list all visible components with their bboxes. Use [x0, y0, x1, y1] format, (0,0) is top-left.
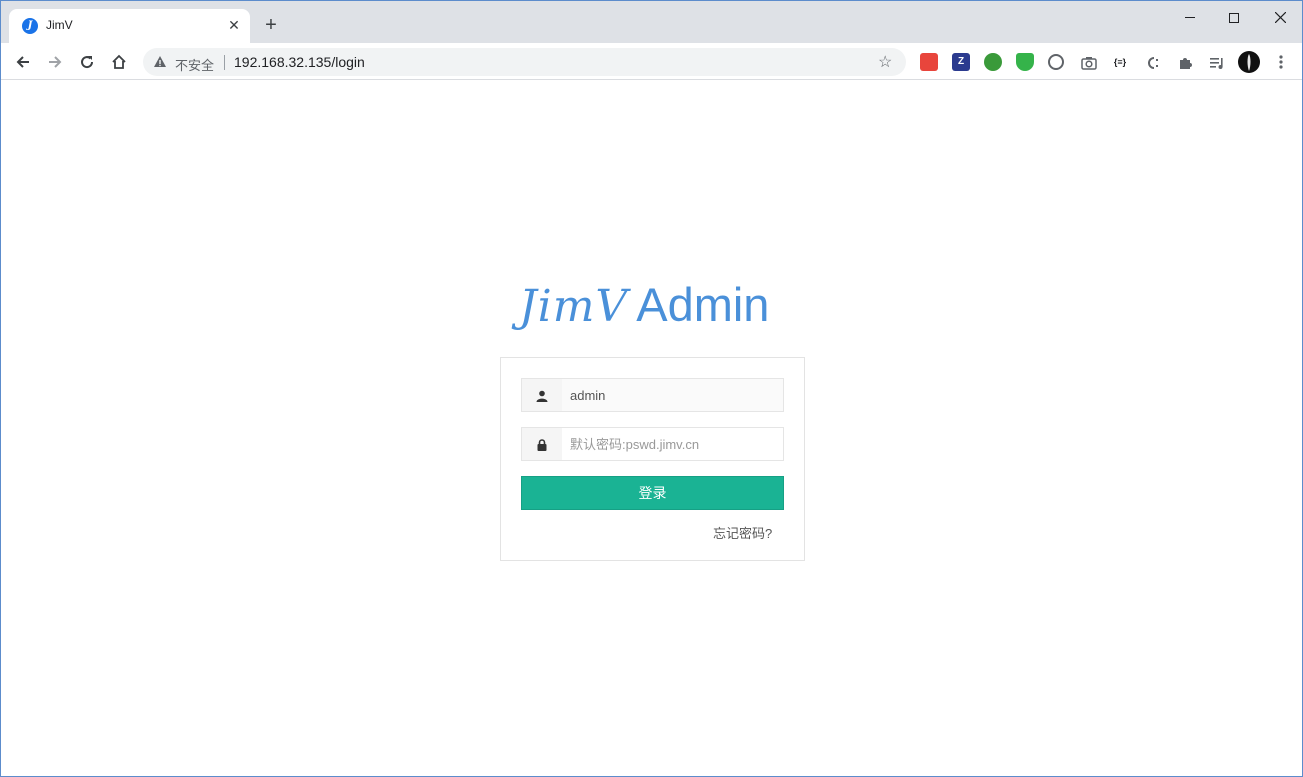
- c-extension-icon[interactable]: [1144, 53, 1162, 71]
- json-extension-icon[interactable]: {≡}: [1111, 53, 1129, 71]
- jimv-favicon-icon: J: [22, 18, 38, 34]
- address-bar[interactable]: 不安全 192.168.32.135/login ☆: [143, 48, 906, 76]
- minimize-button[interactable]: [1178, 7, 1202, 27]
- avatar-icon: [1247, 54, 1251, 71]
- minimize-icon: [1185, 17, 1195, 19]
- tab-jimv[interactable]: J JimV ✕: [9, 9, 250, 43]
- kebab-menu-icon: [1279, 55, 1283, 69]
- tab-close-icon[interactable]: ✕: [225, 16, 243, 34]
- puzzle-icon: [1180, 58, 1192, 70]
- maximize-button[interactable]: [1222, 7, 1246, 27]
- browser-toolbar: 不安全 192.168.32.135/login ☆ Z {≡}: [1, 43, 1302, 80]
- warning-icon[interactable]: [153, 55, 167, 69]
- brand-logo: JimV Admin: [519, 277, 769, 337]
- browser-window: J JimV ✕ + 不安全 192.168.32.135/login ☆ Z …: [0, 0, 1303, 777]
- username-field[interactable]: [521, 378, 784, 412]
- password-input[interactable]: [562, 428, 783, 460]
- playlist-icon: [1210, 57, 1223, 69]
- url-text[interactable]: 192.168.32.135/login: [234, 54, 365, 70]
- close-icon: [1274, 11, 1286, 24]
- arrow-left-icon: [16, 55, 29, 68]
- profile-avatar[interactable]: [1238, 51, 1260, 73]
- username-input[interactable]: [562, 379, 783, 411]
- globe-extension-icon[interactable]: [984, 53, 1002, 71]
- reload-button[interactable]: [75, 49, 99, 73]
- home-icon: [112, 54, 126, 69]
- reload-icon: [81, 55, 94, 68]
- back-button[interactable]: [11, 49, 35, 73]
- shield-extension-icon[interactable]: [1016, 53, 1034, 71]
- lock-icon: [522, 428, 562, 460]
- omnibox-divider: [224, 55, 225, 70]
- forward-button[interactable]: [43, 49, 67, 73]
- at-sign-extension-icon[interactable]: [1048, 54, 1064, 70]
- camera-extension-icon[interactable]: [1080, 53, 1098, 71]
- user-icon: [522, 379, 562, 411]
- c-bracket-icon: [1148, 57, 1158, 70]
- browser-menu-button[interactable]: [1273, 51, 1289, 73]
- puzzle-extensions-icon[interactable]: [1176, 53, 1194, 71]
- brand-script-text: JimV: [519, 281, 629, 332]
- insecure-label[interactable]: 不安全: [175, 55, 214, 74]
- password-field[interactable]: [521, 427, 784, 461]
- home-button[interactable]: [107, 49, 131, 73]
- maximize-icon: [1229, 12, 1239, 23]
- tab-title: JimV: [46, 18, 73, 32]
- forgot-password-link[interactable]: 忘记密码?: [713, 523, 772, 542]
- dice-extension-icon[interactable]: [920, 53, 938, 71]
- new-tab-button[interactable]: +: [259, 14, 283, 38]
- tab-bar: J JimV ✕ +: [1, 1, 1302, 43]
- media-queue-icon[interactable]: [1208, 53, 1226, 71]
- zotero-extension-icon[interactable]: Z: [952, 53, 970, 71]
- bookmark-star-icon[interactable]: ☆: [878, 52, 892, 72]
- arrow-right-icon: [49, 55, 62, 68]
- login-page: JimVAdmin 登录 忘记密码?: [1, 81, 1302, 776]
- camera-icon: [1081, 57, 1097, 71]
- login-button[interactable]: 登录: [521, 476, 784, 510]
- login-form: 登录 忘记密码?: [500, 357, 805, 561]
- brand-admin-text: Admin: [636, 278, 770, 331]
- close-window-button[interactable]: [1268, 7, 1292, 27]
